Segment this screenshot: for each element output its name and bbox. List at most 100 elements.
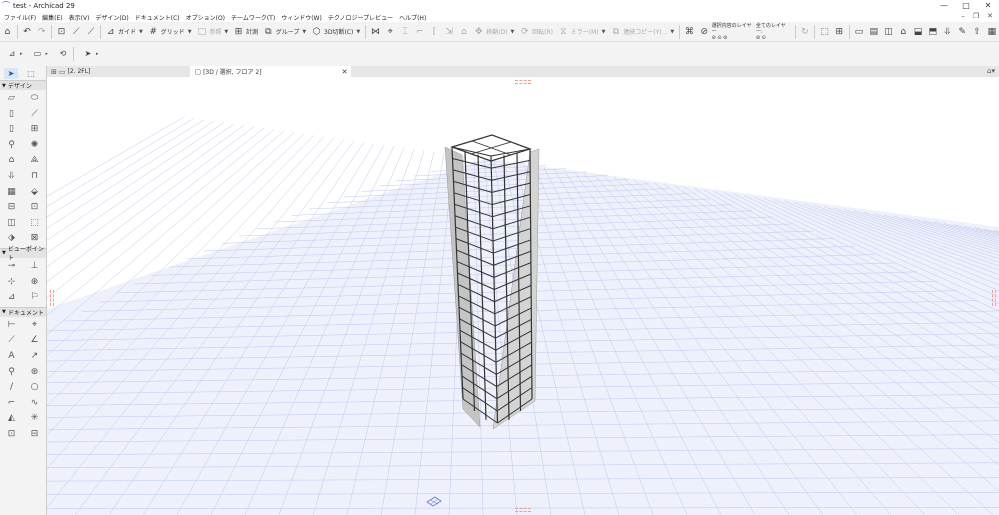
- reference-icon[interactable]: □: [197, 26, 208, 38]
- viewport-resize-handle-left[interactable]: [50, 290, 54, 306]
- group-button[interactable]: グループ: [276, 27, 300, 36]
- spline-tool-icon[interactable]: ∿: [23, 396, 46, 412]
- guide-button[interactable]: ガイド: [118, 27, 136, 36]
- display-dropdown[interactable]: ▭ ▸: [30, 48, 52, 60]
- railing-tool-icon[interactable]: ⊓: [23, 169, 46, 185]
- elevation-tool-icon[interactable]: ⊥: [23, 259, 46, 275]
- level-dimension-tool-icon[interactable]: ⌖: [23, 318, 46, 334]
- cut-3d-icon[interactable]: ⬡: [311, 26, 322, 38]
- menu-edit[interactable]: 編集(E): [42, 13, 62, 22]
- zone-tool-icon[interactable]: ⊟: [0, 200, 23, 216]
- doc-restore-button[interactable]: ❐: [973, 12, 979, 20]
- layer-all-group[interactable]: 全てのレイヤー: ⊘ ⊙: [756, 23, 789, 41]
- line-tool-icon[interactable]: ∕: [0, 380, 23, 396]
- menu-tech-preview[interactable]: テクノロジープレビュー: [328, 13, 393, 22]
- section-design[interactable]: ▼ デザイン: [0, 80, 46, 90]
- menu-design[interactable]: デザイン(D): [95, 13, 128, 22]
- doc-minimize-button[interactable]: –: [961, 12, 965, 20]
- close-window-button[interactable]: ✕: [977, 0, 999, 12]
- curtain-wall-tool-icon[interactable]: ▦: [0, 185, 23, 201]
- grid-icon[interactable]: #: [148, 26, 159, 38]
- figure-tool-icon[interactable]: ⊡: [0, 427, 23, 443]
- layer-lock-icon[interactable]: ⊘: [699, 26, 710, 38]
- layer-selection-group[interactable]: 選択内容のレイヤー ⊘ ⊙ ⊘: [712, 23, 752, 41]
- door-tool-icon[interactable]: ▯: [0, 122, 23, 138]
- rotate-icon[interactable]: ⟳: [519, 26, 530, 38]
- maximize-button[interactable]: □: [955, 0, 977, 12]
- 3d-viewport[interactable]: [47, 77, 999, 515]
- object-tool-icon[interactable]: ⚲: [0, 138, 23, 154]
- lamp-tool-icon[interactable]: ✺: [23, 138, 46, 154]
- split-icon[interactable]: ⌶: [400, 26, 411, 38]
- mirror-dropdown[interactable]: ▼: [602, 29, 606, 35]
- navigator-icon[interactable]: ⊞: [834, 26, 845, 38]
- minimize-button[interactable]: —: [933, 0, 955, 12]
- menu-help[interactable]: ヘルプ(H): [399, 13, 426, 22]
- floor-view-icon[interactable]: ▤: [868, 26, 879, 38]
- move-button[interactable]: 移動(D): [486, 27, 507, 36]
- offset-icon[interactable]: ⌈: [429, 26, 440, 38]
- section-document[interactable]: ▼ ドキュメント: [0, 306, 46, 317]
- drawing-tool-icon[interactable]: ⊟: [23, 427, 46, 443]
- fill-tool-icon[interactable]: ◭: [0, 411, 23, 427]
- multicopy-icon[interactable]: ⧉: [610, 26, 621, 38]
- cut-3d-button[interactable]: 3D切断(C): [324, 27, 353, 36]
- magic-wand-icon[interactable]: ⟋: [71, 26, 82, 38]
- section-viewpoint[interactable]: ▼ ビューポイント: [0, 246, 46, 262]
- arrow-tool-icon[interactable]: ➤: [4, 67, 18, 79]
- window-tool-icon[interactable]: ⊞: [23, 122, 46, 138]
- wall-tool-icon[interactable]: ▱: [0, 91, 23, 107]
- column-tool-icon[interactable]: ▯: [0, 107, 23, 123]
- mesh-tool-icon[interactable]: ⊡: [23, 200, 46, 216]
- 3d-view-icon[interactable]: ⬓: [913, 26, 924, 38]
- menu-window[interactable]: ウィンドウ(W): [281, 13, 322, 22]
- eyedropper-icon[interactable]: ⟋: [86, 26, 97, 38]
- 3d-scene[interactable]: [47, 77, 999, 515]
- multicopy-dropdown[interactable]: ▼: [670, 29, 674, 35]
- morph-tool-icon[interactable]: ⬙: [23, 185, 46, 201]
- menu-options[interactable]: オプション(O): [186, 13, 225, 22]
- stair-tool-icon[interactable]: ⥥: [0, 169, 23, 185]
- menu-file[interactable]: ファイル(F): [4, 13, 36, 22]
- move-dropdown[interactable]: ▼: [511, 29, 515, 35]
- measure-icon[interactable]: ⊞: [233, 26, 244, 38]
- tab-close-icon[interactable]: ✕: [342, 68, 348, 76]
- move-icon[interactable]: ✥: [473, 26, 484, 38]
- interior-elevation-tool-icon[interactable]: ⊹: [0, 275, 23, 291]
- 3d-document-tool-icon[interactable]: ⚐: [23, 290, 46, 306]
- dimension-tool-icon[interactable]: ⊢: [0, 318, 23, 334]
- skylight-tool-icon[interactable]: ◫: [0, 216, 23, 232]
- stretch-icon[interactable]: ⇲: [444, 26, 455, 38]
- label-tool-icon[interactable]: ↗: [23, 349, 46, 365]
- orbit-button[interactable]: ⟲: [55, 48, 71, 60]
- tile-icon[interactable]: ⊞: [51, 68, 57, 76]
- adjust-icon[interactable]: ⌖: [385, 26, 396, 38]
- redo-icon[interactable]: ↷: [36, 26, 47, 38]
- worksheet-tool-icon[interactable]: ⊕: [23, 275, 46, 291]
- group-dropdown[interactable]: ▼: [302, 29, 306, 35]
- mirror-button[interactable]: ミラー(M): [571, 27, 599, 36]
- undo-icon[interactable]: ↶: [22, 26, 33, 38]
- slab-tool-icon[interactable]: ⬭: [23, 91, 46, 107]
- circle-tool-icon[interactable]: ○: [23, 380, 46, 396]
- shell-tool-icon[interactable]: ⟁: [23, 153, 46, 169]
- menu-view[interactable]: 表示(V): [69, 13, 90, 22]
- menu-document[interactable]: ドキュメント(C): [135, 13, 180, 22]
- roof-tool-icon[interactable]: ⌂: [0, 153, 23, 169]
- stair-icon[interactable]: ⥥: [942, 26, 953, 38]
- section-tool-icon[interactable]: ⊸: [0, 259, 23, 275]
- marker-tool-icon[interactable]: ⚲: [0, 365, 23, 381]
- text-tool-icon[interactable]: A: [0, 349, 23, 365]
- axon-view-icon[interactable]: ⬒: [927, 26, 938, 38]
- pen-set-dropdown[interactable]: ⊿ ▸: [4, 48, 26, 60]
- reference-button[interactable]: 参照: [209, 27, 221, 36]
- rebuild-icon[interactable]: ↻: [799, 26, 810, 38]
- publish-icon[interactable]: ⇧: [972, 26, 983, 38]
- opening-tool-icon[interactable]: ⬚: [23, 216, 46, 232]
- grid-element-tool-icon[interactable]: ⊛: [23, 365, 46, 381]
- detail-tool-icon[interactable]: ⊿: [0, 290, 23, 306]
- doc-close-button[interactable]: ✕: [987, 12, 993, 20]
- tab-3d[interactable]: ▢ [3D / 選択, フロア 2] ✕: [190, 66, 352, 77]
- trim-icon[interactable]: ⋈: [370, 26, 381, 38]
- layout-icon[interactable]: ▦: [986, 26, 997, 38]
